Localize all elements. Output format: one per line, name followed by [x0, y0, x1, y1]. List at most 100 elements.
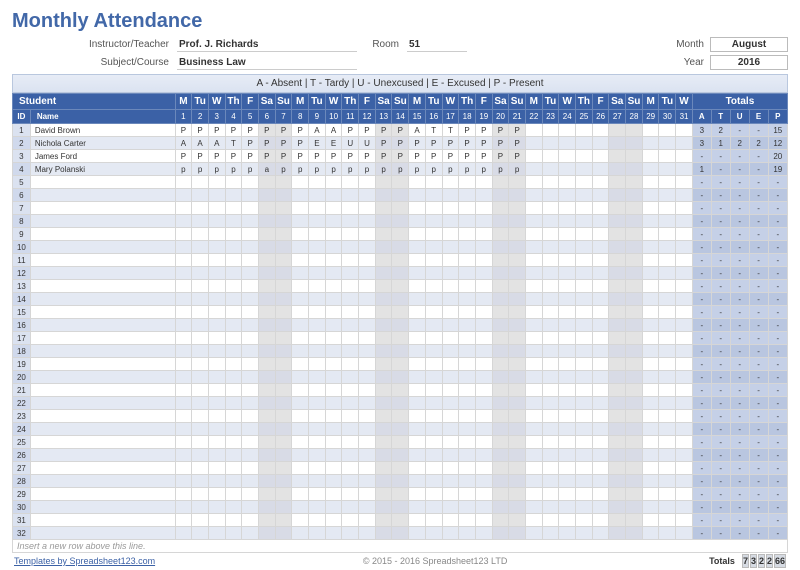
- cell-att[interactable]: [609, 189, 626, 202]
- cell-att[interactable]: [626, 449, 643, 462]
- cell-att[interactable]: [425, 384, 442, 397]
- cell-att[interactable]: [392, 319, 409, 332]
- cell-att[interactable]: [626, 319, 643, 332]
- cell-att[interactable]: [492, 410, 509, 423]
- cell-att[interactable]: p: [509, 163, 526, 176]
- cell-att[interactable]: [325, 462, 342, 475]
- cell-att[interactable]: [542, 475, 559, 488]
- cell-att[interactable]: P: [509, 150, 526, 163]
- cell-att[interactable]: [659, 462, 676, 475]
- cell-att[interactable]: [642, 124, 659, 137]
- cell-att[interactable]: [242, 189, 259, 202]
- cell-att[interactable]: [342, 319, 359, 332]
- cell-att[interactable]: [342, 488, 359, 501]
- cell-att[interactable]: [392, 514, 409, 527]
- cell-att[interactable]: [359, 475, 376, 488]
- cell-att[interactable]: [409, 358, 426, 371]
- cell-att[interactable]: [442, 358, 459, 371]
- cell-att[interactable]: [425, 345, 442, 358]
- cell-att[interactable]: [659, 150, 676, 163]
- cell-att[interactable]: [242, 462, 259, 475]
- cell-att[interactable]: [576, 475, 593, 488]
- cell-att[interactable]: [258, 345, 275, 358]
- cell-att[interactable]: P: [375, 150, 392, 163]
- cell-att[interactable]: [292, 319, 309, 332]
- cell-att[interactable]: [475, 345, 492, 358]
- cell-att[interactable]: [225, 488, 242, 501]
- cell-att[interactable]: [492, 332, 509, 345]
- cell-att[interactable]: [475, 514, 492, 527]
- cell-att[interactable]: [592, 176, 609, 189]
- cell-id[interactable]: 7: [13, 202, 31, 215]
- cell-att[interactable]: [626, 241, 643, 254]
- cell-att[interactable]: [292, 176, 309, 189]
- cell-att[interactable]: [459, 501, 476, 514]
- cell-att[interactable]: [509, 462, 526, 475]
- cell-att[interactable]: [359, 319, 376, 332]
- cell-att[interactable]: [359, 345, 376, 358]
- cell-att[interactable]: [442, 475, 459, 488]
- cell-att[interactable]: [275, 306, 292, 319]
- cell-att[interactable]: [559, 488, 576, 501]
- cell-att[interactable]: [275, 345, 292, 358]
- cell-att[interactable]: [342, 501, 359, 514]
- cell-att[interactable]: [258, 241, 275, 254]
- cell-att[interactable]: [659, 527, 676, 540]
- cell-att[interactable]: [375, 306, 392, 319]
- cell-att[interactable]: [592, 436, 609, 449]
- cell-att[interactable]: [242, 241, 259, 254]
- cell-att[interactable]: [342, 293, 359, 306]
- cell-att[interactable]: [375, 371, 392, 384]
- cell-att[interactable]: [409, 410, 426, 423]
- cell-att[interactable]: [642, 319, 659, 332]
- cell-att[interactable]: [509, 514, 526, 527]
- cell-id[interactable]: 4: [13, 163, 31, 176]
- cell-att[interactable]: [659, 228, 676, 241]
- cell-att[interactable]: [375, 410, 392, 423]
- cell-att[interactable]: [592, 475, 609, 488]
- cell-att[interactable]: [609, 371, 626, 384]
- cell-att[interactable]: [459, 215, 476, 228]
- cell-att[interactable]: [442, 423, 459, 436]
- cell-att[interactable]: [242, 410, 259, 423]
- cell-att[interactable]: [676, 449, 693, 462]
- cell-att[interactable]: [442, 319, 459, 332]
- cell-att[interactable]: [208, 176, 225, 189]
- cell-att[interactable]: [375, 475, 392, 488]
- cell-att[interactable]: [609, 436, 626, 449]
- cell-att[interactable]: [609, 150, 626, 163]
- cell-att[interactable]: [525, 397, 542, 410]
- cell-att[interactable]: [392, 293, 409, 306]
- cell-name[interactable]: [30, 423, 175, 436]
- cell-att[interactable]: [208, 319, 225, 332]
- cell-att[interactable]: [409, 293, 426, 306]
- cell-att[interactable]: [525, 215, 542, 228]
- cell-att[interactable]: [375, 527, 392, 540]
- cell-att[interactable]: [392, 475, 409, 488]
- cell-att[interactable]: [626, 436, 643, 449]
- cell-att[interactable]: [492, 449, 509, 462]
- cell-att[interactable]: [359, 397, 376, 410]
- cell-att[interactable]: [242, 345, 259, 358]
- cell-att[interactable]: [459, 228, 476, 241]
- cell-att[interactable]: [225, 254, 242, 267]
- cell-att[interactable]: [258, 293, 275, 306]
- cell-att[interactable]: [659, 202, 676, 215]
- cell-att[interactable]: [258, 423, 275, 436]
- cell-att[interactable]: [275, 332, 292, 345]
- cell-att[interactable]: [208, 254, 225, 267]
- cell-att[interactable]: [609, 397, 626, 410]
- cell-att[interactable]: [225, 267, 242, 280]
- cell-att[interactable]: P: [459, 124, 476, 137]
- cell-att[interactable]: [342, 475, 359, 488]
- cell-att[interactable]: [258, 254, 275, 267]
- cell-att[interactable]: [258, 462, 275, 475]
- cell-att[interactable]: [609, 527, 626, 540]
- cell-att[interactable]: [242, 371, 259, 384]
- cell-att[interactable]: [242, 332, 259, 345]
- cell-att[interactable]: [375, 488, 392, 501]
- cell-att[interactable]: [576, 345, 593, 358]
- cell-att[interactable]: [559, 462, 576, 475]
- cell-att[interactable]: [325, 202, 342, 215]
- cell-att[interactable]: [292, 449, 309, 462]
